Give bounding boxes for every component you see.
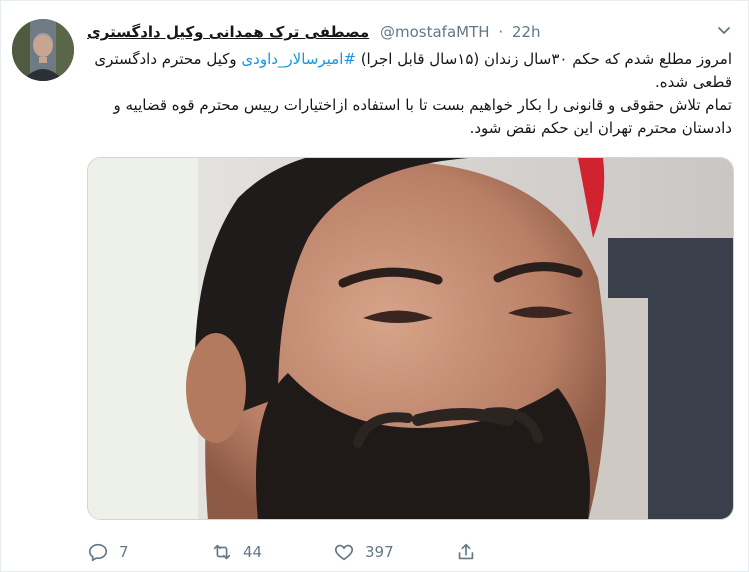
share-icon: [458, 543, 474, 560]
avatar[interactable]: [12, 19, 74, 81]
tweet-card[interactable]: مصطفی ترک همدانی وکیل دادگستری @mostafaM…: [0, 0, 749, 572]
separator-dot: ·: [498, 23, 504, 41]
tweet-paragraph-1: امروز مطلع شدم که حکم ۳۰سال زندان (۱۵سال…: [87, 48, 732, 94]
timestamp[interactable]: 22h: [512, 23, 541, 41]
like-count: 397: [365, 543, 394, 561]
tweet-paragraph-2: تمام تلاش حقوقی و قانونی را بکار خواهیم …: [113, 96, 733, 137]
tweet-header: مصطفی ترک همدانی وکیل دادگستری @mostafaM…: [87, 19, 707, 45]
reply-count: 7: [119, 543, 129, 561]
reply-icon: [88, 543, 108, 562]
hashtag-link[interactable]: #امیرسالار_داودی: [241, 50, 356, 68]
share-button[interactable]: [455, 539, 477, 565]
tweet-actions: 7 44 397: [87, 539, 647, 565]
retweet-icon: [213, 544, 231, 560]
retweet-button[interactable]: 44: [211, 539, 262, 565]
chevron-down-icon[interactable]: [714, 20, 734, 40]
display-name[interactable]: مصطفی ترک همدانی وکیل دادگستری: [87, 23, 369, 41]
avatar-image: [12, 19, 74, 81]
user-handle[interactable]: @mostafaMTH: [380, 23, 490, 41]
retweet-count: 44: [243, 543, 263, 561]
tweet-photo[interactable]: [87, 157, 734, 520]
tweet-text-part: امروز مطلع شدم که حکم ۳۰سال زندان (۱۵سال…: [355, 50, 732, 68]
heart-icon: [334, 544, 354, 561]
reply-button[interactable]: 7: [87, 539, 129, 565]
like-button[interactable]: 397: [333, 539, 394, 565]
photo-image: [88, 158, 733, 519]
tweet-text: امروز مطلع شدم که حکم ۳۰سال زندان (۱۵سال…: [87, 48, 732, 140]
